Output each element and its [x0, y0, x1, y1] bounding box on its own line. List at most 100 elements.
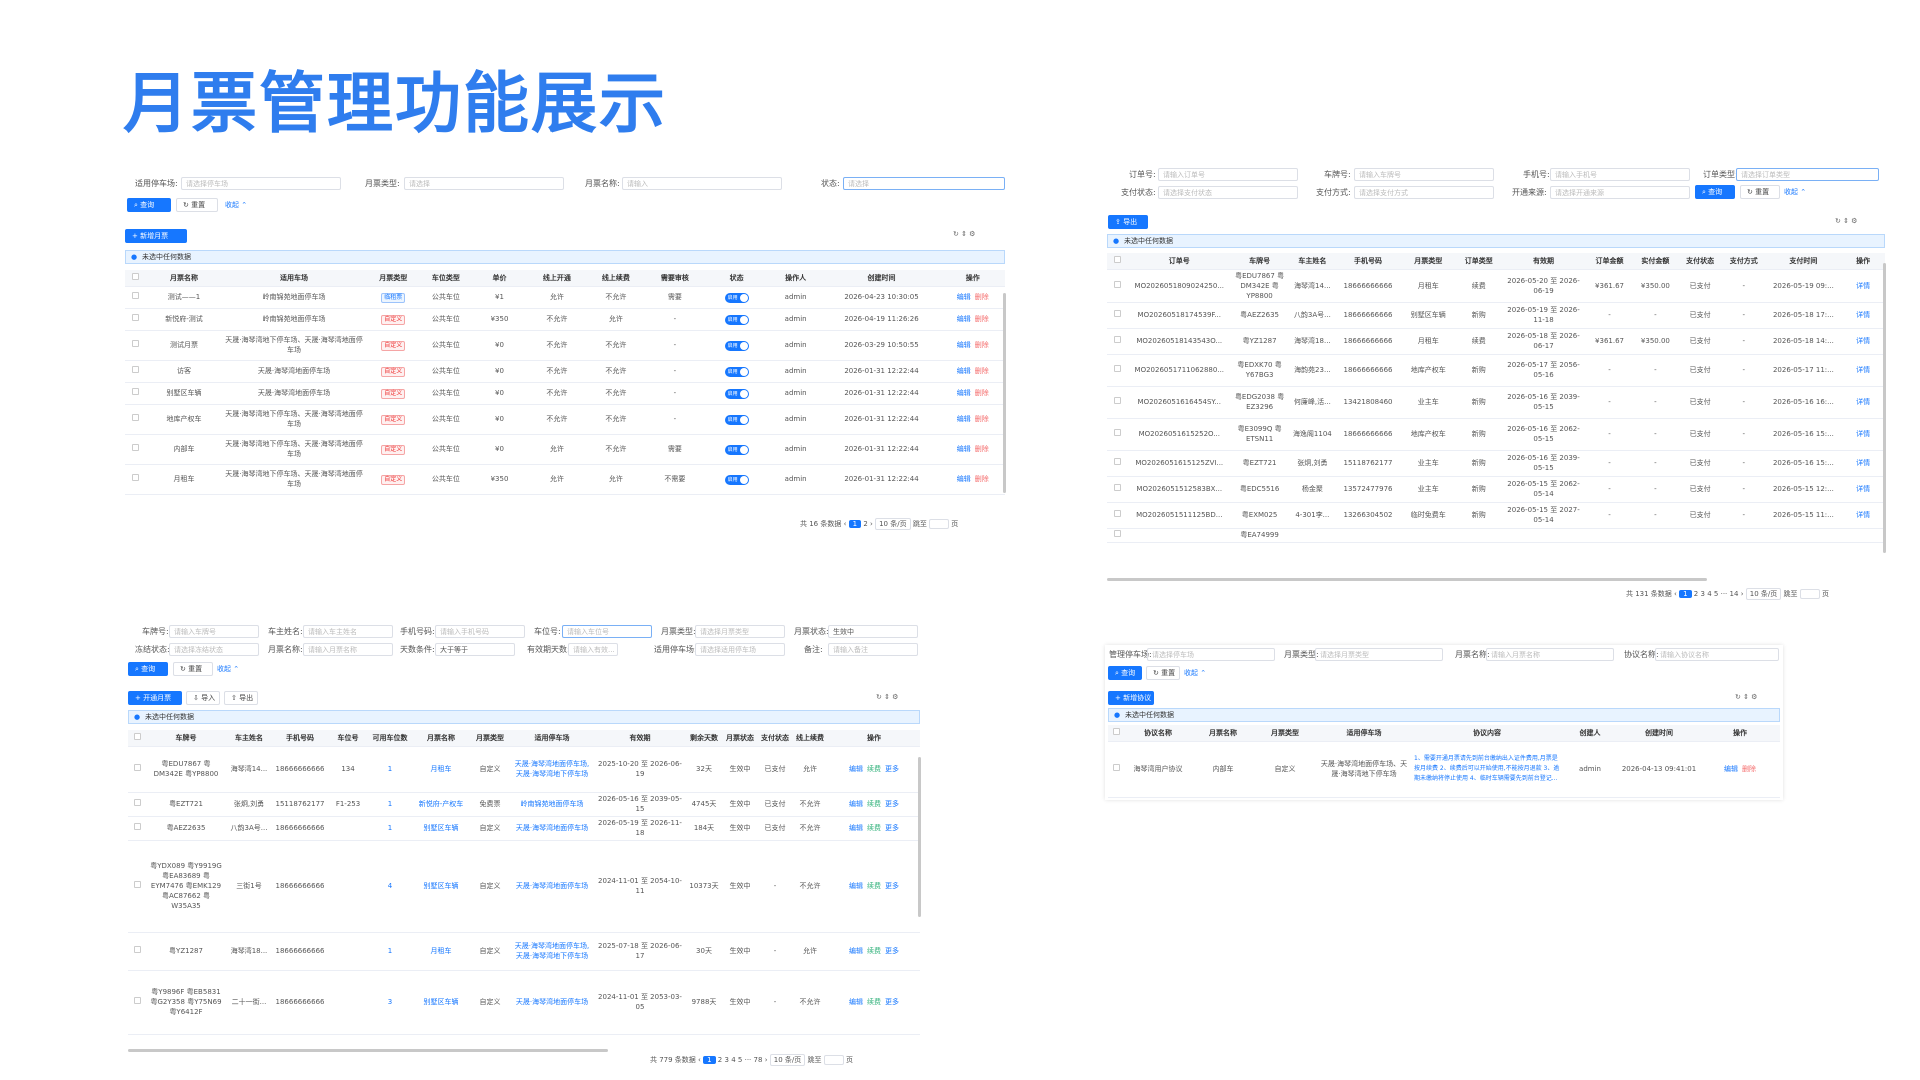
link-cell[interactable]: 别墅区车辆	[412, 816, 470, 841]
page-2[interactable]: 2	[863, 520, 867, 528]
table-scrollbar[interactable]	[1003, 293, 1006, 493]
page-5[interactable]: 5	[1714, 590, 1718, 598]
plate-input[interactable]: 请输入车牌号	[1354, 168, 1494, 181]
detail-link[interactable]: 详情	[1856, 282, 1870, 290]
page-1[interactable]: 1	[703, 1056, 716, 1064]
status-toggle[interactable]: 启用	[724, 414, 749, 425]
reset-button[interactable]: ↻ 重置	[176, 198, 218, 212]
export-button[interactable]: ⇧ 导出	[224, 691, 258, 705]
collapse-link[interactable]: 收起 ⌃	[217, 664, 239, 674]
page-size-select[interactable]: 10 条/页	[769, 1054, 806, 1066]
renew-link[interactable]: 续费	[867, 882, 881, 890]
link-cell[interactable]: 岭南锦苑地面停车场	[510, 792, 594, 817]
link-cell[interactable]: 别墅区车辆	[412, 840, 470, 933]
renew-link[interactable]: 续费	[867, 998, 881, 1006]
link-cell[interactable]: 天晟·海琴湾地面停车场	[510, 816, 594, 841]
edit-link[interactable]: 编辑	[849, 765, 863, 773]
valid-days-input[interactable]: 请输入有效...	[568, 643, 618, 656]
delete-link[interactable]: 删除	[975, 367, 989, 375]
query-button[interactable]: ⌕ 查询	[1108, 666, 1142, 680]
mname-input[interactable]: 请输入月票名称	[303, 643, 393, 656]
page-size-select[interactable]: 10 条/页	[875, 518, 911, 530]
link-cell[interactable]: 月租车	[412, 746, 470, 793]
edit-link[interactable]: 编辑	[957, 389, 971, 397]
page-last[interactable]: 78	[754, 1056, 763, 1064]
jump-input[interactable]	[1799, 589, 1820, 599]
edit-link[interactable]: 编辑	[849, 800, 863, 808]
select-all-checkbox[interactable]	[133, 733, 141, 741]
phone-input[interactable]: 请输入手机号码	[435, 625, 525, 638]
query-button[interactable]: ⌕ 查询	[128, 662, 168, 676]
row-checkbox[interactable]	[132, 314, 140, 321]
row-checkbox[interactable]	[133, 799, 141, 806]
table-v-scrollbar[interactable]	[1883, 263, 1886, 553]
row-checkbox[interactable]	[132, 474, 140, 481]
table-h-scrollbar[interactable]	[128, 1049, 608, 1052]
edit-link[interactable]: 编辑	[1724, 765, 1738, 773]
status-select[interactable]: 请选择	[843, 177, 1005, 190]
detail-link[interactable]: 详情	[1856, 511, 1870, 519]
prev-page[interactable]: ‹	[698, 1056, 701, 1064]
page-1[interactable]: 1	[848, 520, 862, 528]
row-checkbox[interactable]	[1113, 429, 1121, 436]
edit-link[interactable]: 编辑	[849, 947, 863, 955]
delete-link[interactable]: 删除	[1742, 765, 1756, 773]
row-checkbox[interactable]	[133, 997, 141, 1004]
query-button[interactable]: ⌕ 查询	[1695, 185, 1735, 199]
status-toggle[interactable]: 启用	[724, 340, 749, 351]
mtype-select[interactable]: 请选择月票类型	[1315, 648, 1443, 661]
status-toggle[interactable]: 启用	[724, 366, 749, 377]
link-cell[interactable]: 别墅区车辆	[412, 970, 470, 1035]
detail-link[interactable]: 详情	[1856, 366, 1870, 374]
renew-link[interactable]: 续费	[867, 800, 881, 808]
row-checkbox[interactable]	[132, 340, 140, 347]
jump-input[interactable]	[929, 519, 950, 529]
more-link[interactable]: 更多	[885, 800, 899, 808]
link-cell[interactable]: 天晟·海琴湾地面停车场	[510, 970, 594, 1035]
status-toggle[interactable]: 启用	[724, 474, 749, 485]
type-select[interactable]: 请选择	[404, 177, 564, 190]
renew-link[interactable]: 续费	[867, 765, 881, 773]
edit-link[interactable]: 编辑	[957, 475, 971, 483]
agreement-input[interactable]: 请输入协议名称	[1655, 648, 1779, 661]
toolbar-icons[interactable]: ↻ ⇕ ⚙	[1735, 693, 1757, 701]
park-select[interactable]: 请选择停车场	[1147, 648, 1275, 661]
order-input[interactable]: 请输入订单号	[1158, 168, 1298, 181]
row-checkbox[interactable]	[132, 366, 140, 373]
delete-link[interactable]: 删除	[975, 415, 989, 423]
select-all-checkbox[interactable]	[1113, 256, 1121, 264]
page-4[interactable]: 4	[1707, 590, 1711, 598]
delete-link[interactable]: 删除	[975, 475, 989, 483]
page-1[interactable]: 1	[1679, 590, 1692, 598]
row-checkbox[interactable]	[1113, 484, 1121, 491]
order-type-select[interactable]: 请选择订单类型	[1736, 168, 1879, 181]
renew-link[interactable]: 续费	[867, 824, 881, 832]
row-checkbox[interactable]	[133, 823, 141, 830]
status-toggle[interactable]: 启用	[724, 444, 749, 455]
page-ellipsis[interactable]: ···	[1721, 590, 1728, 598]
more-link[interactable]: 更多	[885, 765, 899, 773]
more-link[interactable]: 更多	[885, 947, 899, 955]
row-checkbox[interactable]	[133, 946, 141, 953]
edit-link[interactable]: 编辑	[957, 367, 971, 375]
reset-button[interactable]: ↻ 重置	[1740, 185, 1780, 199]
detail-link[interactable]: 详情	[1856, 311, 1870, 319]
page-last[interactable]: 14	[1730, 590, 1739, 598]
add-ticket-button[interactable]: + 新增月票	[125, 229, 187, 243]
edit-link[interactable]: 编辑	[849, 824, 863, 832]
query-button[interactable]: ⌕ 查询	[127, 198, 171, 212]
row-checkbox[interactable]	[1112, 764, 1120, 771]
import-button[interactable]: ⇩ 导入	[186, 691, 220, 705]
park-select[interactable]: 请选择停车场	[181, 177, 341, 190]
page-ellipsis[interactable]: ···	[745, 1056, 752, 1064]
edit-link[interactable]: 编辑	[849, 882, 863, 890]
export-button[interactable]: ⇪ 导出	[1108, 215, 1148, 229]
edit-link[interactable]: 编辑	[957, 445, 971, 453]
next-page[interactable]: ›	[870, 520, 873, 528]
pay-method-select[interactable]: 请选择支付方式	[1354, 186, 1494, 199]
reset-button[interactable]: ↻ 重置	[1146, 666, 1180, 680]
edit-link[interactable]: 编辑	[957, 341, 971, 349]
row-checkbox[interactable]	[1113, 530, 1121, 537]
space-input[interactable]: 请输入车位号	[562, 625, 652, 638]
delete-link[interactable]: 删除	[975, 315, 989, 323]
